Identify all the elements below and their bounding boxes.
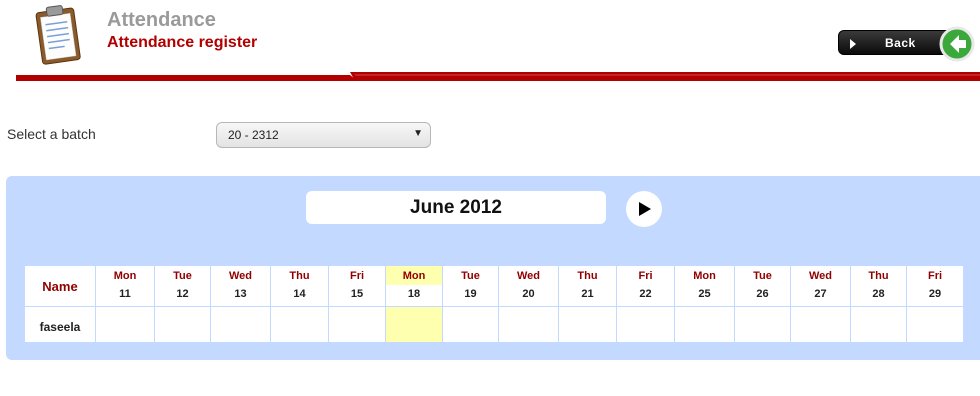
day-header: Wed 27 <box>790 265 851 307</box>
day-date: 13 <box>211 285 270 306</box>
day-header: Wed 13 <box>210 265 271 307</box>
day-date: 18 <box>386 285 442 306</box>
attendance-cell[interactable] <box>385 306 443 343</box>
attendance-cell[interactable] <box>498 306 559 343</box>
day-of-week: Mon <box>693 270 716 282</box>
day-header: Tue 12 <box>154 265 211 307</box>
day-date: 29 <box>907 285 963 306</box>
day-of-week: Mon <box>386 266 442 285</box>
day-header: Thu 21 <box>558 265 617 307</box>
day-header: Fri 22 <box>616 265 675 307</box>
next-month-button[interactable] <box>626 191 662 227</box>
month-title: June 2012 <box>410 197 502 218</box>
day-of-week: Thu <box>289 270 310 282</box>
day-header: Thu 28 <box>850 265 907 307</box>
day-header: Fri 15 <box>328 265 386 307</box>
back-button-label: Back <box>885 36 916 50</box>
month-title-box: June 2012 <box>306 191 606 224</box>
day-header: Mon 18 <box>385 265 443 307</box>
attendance-cell[interactable] <box>328 306 386 343</box>
attendance-cell[interactable] <box>674 306 735 343</box>
batch-select[interactable]: 20 - 2312 ▼ <box>216 122 431 148</box>
page-subtitle: Attendance register <box>107 34 258 51</box>
day-of-week: Thu <box>868 270 889 282</box>
day-date: 22 <box>617 285 674 306</box>
table-row: faseela <box>24 306 964 343</box>
day-date: 28 <box>851 285 906 306</box>
day-date: 11 <box>96 285 154 306</box>
day-header: Tue 26 <box>734 265 791 307</box>
day-header: Tue 19 <box>442 265 499 307</box>
name-column-header: Name <box>24 265 96 307</box>
day-of-week: Fri <box>638 270 653 282</box>
chevron-down-icon: ▼ <box>413 128 423 139</box>
page-title: Attendance <box>107 9 216 31</box>
day-of-week: Tue <box>461 270 480 282</box>
page: Attendance Attendance register Back Sele… <box>0 0 980 396</box>
day-of-week: Tue <box>173 270 192 282</box>
attendance-cell[interactable] <box>790 306 851 343</box>
back-button[interactable]: Back <box>838 26 978 62</box>
day-date: 12 <box>155 285 210 306</box>
play-icon <box>639 202 651 216</box>
attendance-cell[interactable] <box>616 306 675 343</box>
day-date: 20 <box>499 285 558 306</box>
attendance-calendar-panel: June 2012 Name Mon 11 Tue 12 Wed 13 Thu 14 Fri 15… <box>6 176 980 360</box>
clipboard-icon <box>30 4 88 66</box>
table-header-row: Name Mon 11 Tue 12 Wed 13 Thu 14 Fri 15 Mon 18 Tue 19… <box>24 265 964 307</box>
header-divider <box>16 72 980 81</box>
day-date: 19 <box>443 285 498 306</box>
attendance-cell[interactable] <box>95 306 155 343</box>
attendance-cell[interactable] <box>558 306 617 343</box>
day-date: 26 <box>735 285 790 306</box>
day-of-week: Wed <box>228 270 253 282</box>
student-name: faseela <box>24 306 96 343</box>
back-arrow-icon <box>939 26 975 62</box>
day-of-week: Wed <box>516 270 541 282</box>
attendance-cell[interactable] <box>154 306 211 343</box>
day-date: 27 <box>791 285 850 306</box>
day-of-week: Tue <box>753 270 772 282</box>
day-date: 14 <box>271 285 328 306</box>
day-header: Mon 25 <box>674 265 735 307</box>
play-icon <box>850 39 856 49</box>
attendance-cell[interactable] <box>442 306 499 343</box>
attendance-register-table: Name Mon 11 Tue 12 Wed 13 Thu 14 Fri 15 Mon 18 Tue 19… <box>24 265 964 343</box>
day-header: Mon 11 <box>95 265 155 307</box>
day-date: 25 <box>675 285 734 306</box>
attendance-cell[interactable] <box>210 306 271 343</box>
attendance-cell[interactable] <box>906 306 964 343</box>
day-of-week: Wed <box>808 270 833 282</box>
batch-label: Select a batch <box>7 126 96 142</box>
day-header: Wed 20 <box>498 265 559 307</box>
day-date: 15 <box>329 285 385 306</box>
day-of-week: Mon <box>113 270 137 282</box>
day-date: 21 <box>559 285 616 306</box>
day-header: Fri 29 <box>906 265 964 307</box>
day-of-week: Fri <box>927 270 943 282</box>
day-header: Thu 14 <box>270 265 329 307</box>
day-of-week: Fri <box>349 270 365 282</box>
attendance-cell[interactable] <box>734 306 791 343</box>
day-of-week: Thu <box>577 270 598 282</box>
attendance-cell[interactable] <box>850 306 907 343</box>
attendance-cell[interactable] <box>270 306 329 343</box>
batch-select-value: 20 - 2312 <box>228 128 279 142</box>
